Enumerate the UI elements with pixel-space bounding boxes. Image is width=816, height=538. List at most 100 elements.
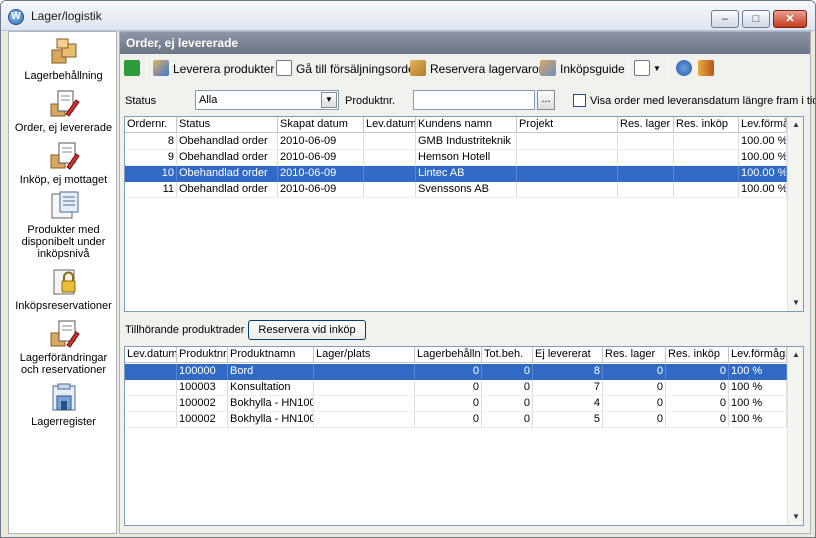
- column-header[interactable]: Produktnr.: [177, 347, 228, 363]
- column-header[interactable]: Res. lager: [603, 347, 666, 363]
- column-header[interactable]: Lev.förmåga: [729, 347, 787, 363]
- column-header[interactable]: Lev.datum: [364, 117, 416, 133]
- table-cell: [517, 182, 618, 198]
- scroll-up-icon[interactable]: ▲: [788, 117, 803, 133]
- scroll-down-icon[interactable]: ▼: [788, 295, 803, 311]
- minimize-button[interactable]: –: [711, 10, 739, 28]
- sidebar-item-lagerregister[interactable]: Lagerregister: [9, 382, 118, 428]
- status-select-value: Alla: [199, 94, 218, 106]
- table-cell: 2010-06-09: [278, 166, 364, 182]
- sidebar-item-label: Produkter med disponibelt under inköpsni…: [21, 224, 106, 260]
- deliver-products-button[interactable]: Leverera produkter: [153, 60, 274, 78]
- exit-button[interactable]: [698, 60, 718, 78]
- column-header[interactable]: Res. inköp: [674, 117, 739, 133]
- column-header[interactable]: Status: [177, 117, 278, 133]
- table-cell: [364, 150, 416, 166]
- report-button[interactable]: [634, 60, 654, 78]
- table-cell: [674, 150, 739, 166]
- column-header[interactable]: Projekt: [517, 117, 618, 133]
- table-cell: 0: [603, 364, 666, 380]
- table-cell: [125, 412, 177, 428]
- scroll-down-icon[interactable]: ▼: [788, 509, 803, 525]
- help-button[interactable]: [676, 60, 696, 78]
- column-header[interactable]: Res. lager: [618, 117, 674, 133]
- column-header[interactable]: Lev.datum: [125, 347, 177, 363]
- column-header[interactable]: Skapat datum: [278, 117, 364, 133]
- table-cell: 100.00 %: [739, 150, 787, 166]
- table-cell: [618, 182, 674, 198]
- purchase-guide-button[interactable]: Inköpsguide: [540, 60, 625, 78]
- table-cell: 100003: [177, 380, 228, 396]
- refresh-button[interactable]: [124, 60, 144, 78]
- sidebar-item-produkter-under-inkopsniva[interactable]: Produkter med disponibelt under inköpsni…: [9, 190, 118, 260]
- column-header[interactable]: Produktnamn: [228, 347, 314, 363]
- maximize-button[interactable]: □: [742, 10, 770, 28]
- orders-scrollbar[interactable]: ▲ ▼: [787, 117, 803, 311]
- table-row[interactable]: 100002 Bokhylla - HN100 0 0 5 0 0 100 %: [125, 412, 787, 428]
- products-scrollbar[interactable]: ▲ ▼: [787, 347, 803, 525]
- table-cell: 0: [482, 364, 533, 380]
- table-row[interactable]: 9 Obehandlad order 2010-06-09 Hemson Hotell…: [125, 150, 787, 166]
- future-orders-checkbox[interactable]: [573, 94, 586, 107]
- exit-icon: [698, 60, 714, 76]
- report-dropdown-button[interactable]: ▼: [653, 60, 661, 78]
- column-header[interactable]: Lager/plats: [314, 347, 415, 363]
- status-select[interactable]: Alla ▼: [195, 90, 339, 110]
- table-cell: [125, 364, 177, 380]
- table-cell: 9: [125, 150, 177, 166]
- reserve-at-purchase-button[interactable]: Reservera vid inköp: [248, 320, 366, 340]
- close-button[interactable]: ✕: [773, 10, 807, 28]
- table-cell: [314, 412, 415, 428]
- table-row[interactable]: 100002 Bokhylla - HN100 0 0 4 0 0 100 %: [125, 396, 787, 412]
- table-row[interactable]: 8 Obehandlad order 2010-06-09 GMB Industrit…: [125, 134, 787, 150]
- table-cell: 0: [603, 412, 666, 428]
- orders-table[interactable]: Ordernr. Status Skapat datum Lev.datum K…: [124, 116, 804, 312]
- table-row[interactable]: 11 Obehandlad order 2010-06-09 Svenssons AB…: [125, 182, 787, 198]
- column-header[interactable]: Ej levererat: [533, 347, 603, 363]
- table-cell: 0: [666, 380, 729, 396]
- goto-sales-order-button[interactable]: Gå till försäljningsorder: [276, 60, 419, 78]
- table-cell: Obehandlad order: [177, 134, 278, 150]
- toolbar-separator: [668, 58, 669, 78]
- table-cell: 100002: [177, 412, 228, 428]
- document-icon: [276, 60, 292, 76]
- column-header[interactable]: Res. inköp: [666, 347, 729, 363]
- table-row[interactable]: 100003 Konsultation 0 0 7 0 0 100 %: [125, 380, 787, 396]
- sidebar-item-label: Lagerförändringar och reservationer: [19, 352, 108, 376]
- column-header[interactable]: Tot.beh.: [482, 347, 533, 363]
- column-header[interactable]: Ordernr.: [125, 117, 177, 133]
- table-row[interactable]: 10 Obehandlad order 2010-06-09 Lintec AB 100…: [125, 166, 787, 182]
- browse-products-button[interactable]: ...: [537, 90, 555, 110]
- reserve-stock-button[interactable]: Reservera lagervaror: [410, 60, 543, 78]
- product-number-label: Produktnr.: [345, 95, 396, 107]
- products-table[interactable]: Lev.datum Produktnr. Produktnamn Lager/p…: [124, 346, 804, 526]
- page-title: Order, ej levererade: [120, 32, 810, 54]
- table-cell: Bokhylla - HN100: [228, 396, 314, 412]
- column-header[interactable]: Lev.förmåga: [739, 117, 787, 133]
- sidebar-item-lagerbehallning[interactable]: Lagerbehållning: [9, 36, 118, 82]
- scroll-up-icon[interactable]: ▲: [788, 347, 803, 363]
- app-logo-icon: W: [8, 9, 24, 25]
- products-table-header: Lev.datum Produktnr. Produktnamn Lager/p…: [125, 347, 787, 363]
- table-cell: 100 %: [729, 364, 787, 380]
- sidebar-item-lagerforandringar[interactable]: Lagerförändringar och reservationer: [9, 318, 118, 376]
- chevron-down-icon[interactable]: ▼: [321, 92, 337, 108]
- product-number-input[interactable]: [413, 90, 535, 110]
- column-header[interactable]: Kundens namn: [416, 117, 517, 133]
- reserve-boxes-icon: [410, 60, 426, 76]
- column-header[interactable]: Lagerbehållning: [415, 347, 482, 363]
- table-cell: GMB Industriteknik: [416, 134, 517, 150]
- sidebar-item-inkopsreservationer[interactable]: Inköpsreservationer: [9, 266, 118, 312]
- table-cell: [314, 396, 415, 412]
- title-bar[interactable]: W Lager/logistik – □ ✕: [1, 1, 815, 31]
- table-cell: [314, 364, 415, 380]
- window-title: Lager/logistik: [31, 9, 102, 23]
- product-rows-label: Tillhörande produktrader: [125, 324, 245, 336]
- table-row[interactable]: 100000 Bord 0 0 8 0 0 100 %: [125, 364, 787, 380]
- orders-table-header: Ordernr. Status Skapat datum Lev.datum K…: [125, 117, 787, 133]
- table-cell: 0: [666, 412, 729, 428]
- table-cell: 100.00 %: [739, 166, 787, 182]
- sidebar-item-inkop-ej-mottaget[interactable]: Inköp, ej mottaget: [9, 140, 118, 186]
- sidebar: Lagerbehållning Order, ej levererade Ink…: [8, 31, 117, 534]
- sidebar-item-order-ej-levererade[interactable]: Order, ej levererade: [9, 88, 118, 134]
